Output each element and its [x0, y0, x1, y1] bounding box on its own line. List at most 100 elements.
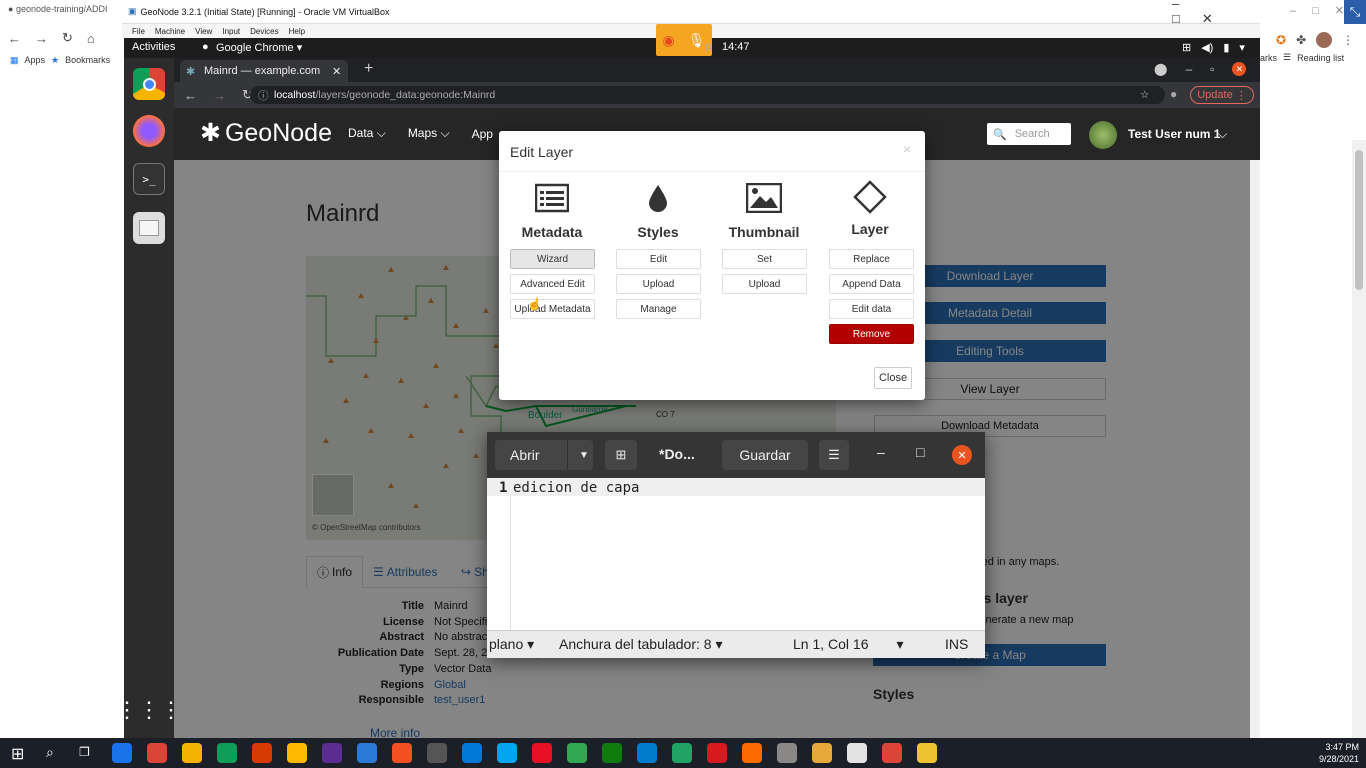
menu-dots-icon[interactable]: ⋮ [1342, 33, 1354, 47]
chrome-back-icon[interactable]: ← [184, 88, 197, 103]
tab-close-icon[interactable]: ✕ [332, 65, 341, 78]
taskbar-app-icon[interactable] [637, 743, 657, 763]
chrome-close-icon[interactable]: ✕ [1232, 62, 1247, 76]
vm-menu-machine[interactable]: Machine [155, 27, 185, 36]
taskbar-date[interactable]: 9/28/2021 [1307, 754, 1359, 764]
taskbar-time[interactable]: 3:47 PM [1307, 742, 1359, 752]
nav-maps[interactable]: Maps ⌵ [408, 126, 450, 141]
taskbar-app-icon[interactable] [322, 743, 342, 763]
taskbar-app-icon[interactable] [287, 743, 307, 763]
taskbar-app-icon[interactable] [812, 743, 832, 763]
taskbar-app-icon[interactable] [567, 743, 587, 763]
vm-menu-input[interactable]: Input [222, 27, 240, 36]
activities-button[interactable]: Activities [132, 41, 175, 53]
search-icon[interactable]: ⌕ [46, 744, 54, 761]
vm-menu-view[interactable]: View [195, 27, 212, 36]
taskbar-app-icon[interactable] [672, 743, 692, 763]
system-tray[interactable]: ⊞ ◀) ▮ ▾ [1182, 41, 1245, 54]
syntax-selector[interactable]: plano ▾ [489, 636, 534, 653]
chrome-forward-icon[interactable]: → [213, 88, 226, 103]
restore-icon[interactable]: ▫ [1210, 62, 1214, 76]
taskbar-app-icon[interactable] [532, 743, 552, 763]
style-upload-button[interactable]: Upload [616, 274, 701, 294]
taskbar-app-icon[interactable] [602, 743, 622, 763]
close-icon[interactable]: ✕ [952, 445, 972, 465]
taskbar-app-icon[interactable] [882, 743, 902, 763]
nav-data[interactable]: Data ⌵ [348, 126, 386, 141]
host-scrollbar[interactable] [1352, 140, 1366, 738]
taskbar-app-icon[interactable] [252, 743, 272, 763]
search-input[interactable]: 🔍 Search [987, 123, 1071, 145]
geonode-logo[interactable]: ✱ GeoNode [200, 118, 332, 148]
taskbar-app-icon[interactable] [847, 743, 867, 763]
extension-icon[interactable]: ✪ [1276, 33, 1286, 47]
new-tab-icon[interactable]: + [364, 60, 373, 78]
style-edit-button[interactable]: Edit [616, 249, 701, 269]
home-icon[interactable]: ⌂ [87, 31, 95, 46]
taskbar-app-icon[interactable] [497, 743, 517, 763]
new-tab-icon[interactable]: ⊞ [605, 440, 637, 470]
chevron-down-icon[interactable]: ⌵ [1218, 127, 1227, 142]
avatar[interactable] [1089, 121, 1117, 149]
taskbar-app-icon[interactable] [392, 743, 412, 763]
page-scrollbar[interactable] [1250, 160, 1260, 738]
reading-list[interactable]: Reading list [1297, 53, 1344, 63]
vm-menu-file[interactable]: File [132, 27, 145, 36]
advanced-edit-button[interactable]: Advanced Edit [510, 274, 595, 294]
bookmark-bookmarks[interactable]: Bookmarks [65, 55, 110, 65]
nav-apps[interactable]: App [472, 127, 493, 141]
terminal-dock-icon[interactable]: >_ [133, 163, 165, 195]
taskbar-app-icon[interactable] [917, 743, 937, 763]
modal-close-button[interactable]: Close [874, 367, 912, 389]
host-scrollbar-thumb[interactable] [1355, 150, 1363, 290]
windows-start-icon[interactable]: ⊞ [11, 744, 24, 764]
hamburger-menu-icon[interactable]: ☰ [819, 440, 849, 470]
bookmark-overflow[interactable]: arks [1260, 53, 1277, 63]
taskbar-app-icon[interactable] [182, 743, 202, 763]
user-name[interactable]: Test User num 1 [1128, 127, 1220, 141]
taskbar-app-icon[interactable] [427, 743, 447, 763]
vm-window-controls[interactable]: –□✕ [1172, 0, 1260, 27]
taskbar-app-icon[interactable] [777, 743, 797, 763]
reload-icon[interactable]: ↻ [62, 30, 73, 46]
thumbnail-upload-button[interactable]: Upload [722, 274, 807, 294]
bookmark-star-icon[interactable]: ☆ [1140, 89, 1149, 101]
profile-icon[interactable]: ● [1170, 87, 1177, 101]
recording-indicator[interactable]: ◉ 🎙 [656, 24, 712, 56]
update-button[interactable]: Update ⋮ [1190, 86, 1254, 104]
chrome-tab-mainrd[interactable]: ✱ Mainrd — example.com ✕ [180, 60, 348, 82]
host-tab[interactable]: ● geonode-training/ADDI [8, 4, 120, 20]
editor-text[interactable]: edicion de capa [513, 480, 639, 496]
tab-width-selector[interactable]: Anchura del tabulador: 8 ▾ [559, 636, 722, 653]
style-manage-button[interactable]: Manage [616, 299, 701, 319]
forward-icon[interactable]: → [35, 31, 48, 46]
tab-search-icon[interactable]: ⬤ [1154, 62, 1167, 76]
back-icon[interactable]: ← [8, 31, 21, 46]
append-data-button[interactable]: Append Data [829, 274, 914, 294]
open-button[interactable]: Abrir ▼ [495, 440, 593, 470]
app-menu[interactable]: Google Chrome ▾ [216, 41, 302, 54]
save-button[interactable]: Guardar [722, 440, 808, 470]
host-scale-icon[interactable]: ⤡ [1344, 0, 1366, 24]
firefox-dock-icon[interactable] [133, 115, 165, 147]
clock[interactable]: 14:47 [722, 41, 750, 53]
edit-data-button[interactable]: Edit data [829, 299, 914, 319]
remove-button[interactable]: Remove [829, 324, 914, 344]
wizard-button[interactable]: Wizard [510, 249, 595, 269]
vm-menu-devices[interactable]: Devices [250, 27, 278, 36]
modal-close-icon[interactable]: × [903, 141, 911, 157]
taskbar-app-icon[interactable] [707, 743, 727, 763]
taskbar-app-icon[interactable] [742, 743, 762, 763]
address-bar[interactable]: ⓘ localhost/layers/geonode_data:geonode:… [250, 86, 1165, 104]
profile-avatar[interactable] [1316, 32, 1333, 48]
show-apps-icon[interactable]: ⋮⋮⋮ [116, 694, 182, 726]
taskbar-app-icon[interactable] [357, 743, 377, 763]
minimize-icon[interactable]: – [1185, 62, 1192, 76]
taskbar-app-icon[interactable] [462, 743, 482, 763]
cursor-position-selector[interactable]: Ln 1, Col 16 ▾ [793, 636, 904, 653]
files-dock-icon[interactable] [133, 212, 165, 244]
replace-button[interactable]: Replace [829, 249, 914, 269]
task-view-icon[interactable]: ❐ [79, 745, 90, 759]
taskbar-app-icon[interactable] [147, 743, 167, 763]
taskbar-app-icon[interactable] [112, 743, 132, 763]
